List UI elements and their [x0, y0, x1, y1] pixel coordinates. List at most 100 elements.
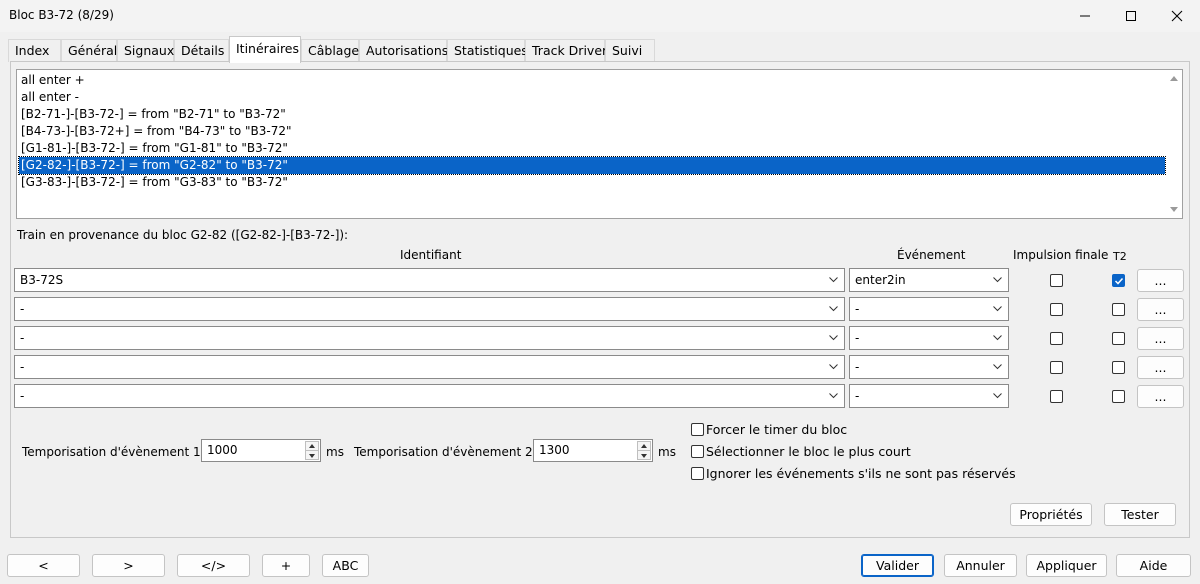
close-button[interactable]: [1154, 0, 1200, 32]
scroll-down-icon[interactable]: [1170, 207, 1178, 212]
timer-1-decrement[interactable]: [305, 450, 319, 460]
evenement-value-4: -: [855, 360, 860, 374]
evenement-select-5[interactable]: -: [849, 384, 1009, 408]
route-item-g1-81[interactable]: [G1-81-]-[B3-72-] = from "G1-81" to "B3-…: [19, 140, 1165, 157]
evenement-select-2[interactable]: -: [849, 297, 1009, 321]
scroll-up-icon[interactable]: [1170, 76, 1178, 81]
option-forcer-timer-checkbox[interactable]: [691, 423, 704, 436]
chevron-down-icon: [993, 335, 1002, 341]
impulsion-checkbox-3[interactable]: [1050, 332, 1063, 345]
maximize-button[interactable]: [1108, 0, 1154, 32]
abc-button[interactable]: ABC: [322, 554, 369, 577]
aide-button[interactable]: Aide: [1116, 554, 1191, 577]
header-t2: T2: [1113, 250, 1127, 263]
route-item-all-enter-plus[interactable]: all enter +: [19, 72, 1165, 89]
identifiant-select-4[interactable]: -: [14, 355, 845, 379]
tab-general[interactable]: Général: [61, 39, 117, 62]
window-title: Bloc B3-72 (8/29): [9, 8, 114, 22]
t2-checkbox-5[interactable]: [1112, 390, 1125, 403]
proprietes-button[interactable]: Propriétés: [1010, 503, 1092, 526]
route-item-g3-83[interactable]: [G3-83-]-[B3-72-] = from "G3-83" to "B3-…: [19, 174, 1165, 191]
annuler-button[interactable]: Annuler: [944, 554, 1017, 577]
option-forcer-timer[interactable]: Forcer le timer du bloc: [691, 422, 847, 438]
routes-list[interactable]: all enter + all enter - [B2-71-]-[B3-72-…: [16, 69, 1183, 219]
identifiant-value-4: -: [20, 360, 25, 374]
next-button[interactable]: >: [92, 554, 165, 577]
chevron-down-icon: [829, 364, 838, 370]
t2-checkbox-4[interactable]: [1112, 361, 1125, 374]
timer-2-input[interactable]: 1300: [533, 439, 653, 462]
tester-button[interactable]: Tester: [1104, 503, 1176, 526]
section-label: Train en provenance du bloc G2-82 ([G2-8…: [17, 228, 349, 242]
evenement-value-1: enter2in: [855, 273, 906, 287]
identifiant-select-5[interactable]: -: [14, 384, 845, 408]
route-item-all-enter-minus[interactable]: all enter -: [19, 89, 1165, 106]
option-ignorer-evenements[interactable]: Ignorer les événements s'ils ne sont pas…: [691, 466, 1016, 482]
tab-itineraires[interactable]: Itinéraires: [229, 36, 301, 63]
t2-checkbox-2[interactable]: [1112, 303, 1125, 316]
evenement-value-5: -: [855, 389, 860, 403]
add-button[interactable]: +: [262, 554, 310, 577]
more-button-4[interactable]: ...: [1137, 356, 1184, 379]
tab-cablage[interactable]: Câblage: [301, 39, 359, 62]
header-evenement: Événement: [897, 248, 966, 262]
header-identifiant: Identifiant: [400, 248, 462, 262]
option-ignorer-evenements-checkbox[interactable]: [691, 467, 704, 480]
tab-signaux[interactable]: Signaux: [117, 39, 174, 62]
timer-1-input[interactable]: 1000: [201, 439, 321, 462]
timer-2-value: 1300: [539, 443, 570, 457]
minimize-button[interactable]: [1062, 0, 1108, 32]
tab-suivi[interactable]: Suivi: [605, 39, 655, 62]
identifiant-value-2: -: [20, 302, 25, 316]
minimize-icon: [1080, 15, 1090, 17]
impulsion-checkbox-2[interactable]: [1050, 303, 1063, 316]
route-item-g2-82[interactable]: [G2-82-]-[B3-72-] = from "G2-82" to "B3-…: [18, 156, 1166, 175]
route-item-b2-71[interactable]: [B2-71-]-[B3-72-] = from "B2-71" to "B3-…: [19, 106, 1165, 123]
identifiant-select-2[interactable]: -: [14, 297, 845, 321]
maximize-icon: [1126, 11, 1136, 21]
identifiant-select-3[interactable]: -: [14, 326, 845, 350]
option-ignorer-evenements-label: Ignorer les événements s'ils ne sont pas…: [706, 466, 1016, 481]
tab-autorisations[interactable]: Autorisations: [359, 39, 448, 62]
t2-checkbox-1[interactable]: [1112, 274, 1125, 287]
timer-2-unit: ms: [658, 445, 676, 459]
evenement-select-4[interactable]: -: [849, 355, 1009, 379]
previous-button[interactable]: <: [7, 554, 80, 577]
chevron-down-icon: [829, 277, 838, 283]
tab-track-driver[interactable]: Track Driver: [525, 39, 607, 62]
option-bloc-plus-court-checkbox[interactable]: [691, 445, 704, 458]
chevron-down-icon: [829, 306, 838, 312]
more-button-2[interactable]: ...: [1137, 298, 1184, 321]
tab-statistiques[interactable]: Statistiques: [447, 39, 528, 62]
timer-1-value: 1000: [207, 443, 238, 457]
valider-button[interactable]: Valider: [861, 554, 934, 577]
chevron-down-icon: [829, 393, 838, 399]
code-button[interactable]: </>: [177, 554, 250, 577]
route-item-b4-73[interactable]: [B4-73-]-[B3-72+] = from "B4-73" to "B3-…: [19, 123, 1165, 140]
close-icon: [1171, 10, 1183, 22]
tab-index[interactable]: Index: [8, 39, 61, 62]
evenement-value-3: -: [855, 331, 860, 345]
more-button-3[interactable]: ...: [1137, 327, 1184, 350]
timer-2-label: Temporisation d'évènement 2: [354, 445, 533, 459]
chevron-down-icon: [993, 306, 1002, 312]
identifiant-select-1[interactable]: B3-72S: [14, 268, 845, 292]
impulsion-checkbox-4[interactable]: [1050, 361, 1063, 374]
option-bloc-plus-court[interactable]: Sélectionner le bloc le plus court: [691, 444, 911, 460]
identifiant-value-5: -: [20, 389, 25, 403]
tab-details[interactable]: Détails: [174, 39, 229, 62]
t2-checkbox-3[interactable]: [1112, 332, 1125, 345]
evenement-select-1[interactable]: enter2in: [849, 268, 1009, 292]
more-button-1[interactable]: ...: [1137, 269, 1184, 292]
appliquer-button[interactable]: Appliquer: [1026, 554, 1107, 577]
routes-scrollbar[interactable]: [1166, 70, 1182, 218]
identifiant-value-1: B3-72S: [20, 273, 64, 287]
tab-bar: Index Général Signaux Détails Itinéraire…: [8, 36, 1192, 63]
impulsion-checkbox-5[interactable]: [1050, 390, 1063, 403]
chevron-down-icon: [993, 277, 1002, 283]
timer-2-decrement[interactable]: [637, 450, 651, 460]
more-button-5[interactable]: ...: [1137, 385, 1184, 408]
impulsion-checkbox-1[interactable]: [1050, 274, 1063, 287]
evenement-select-3[interactable]: -: [849, 326, 1009, 350]
identifiant-value-3: -: [20, 331, 25, 345]
